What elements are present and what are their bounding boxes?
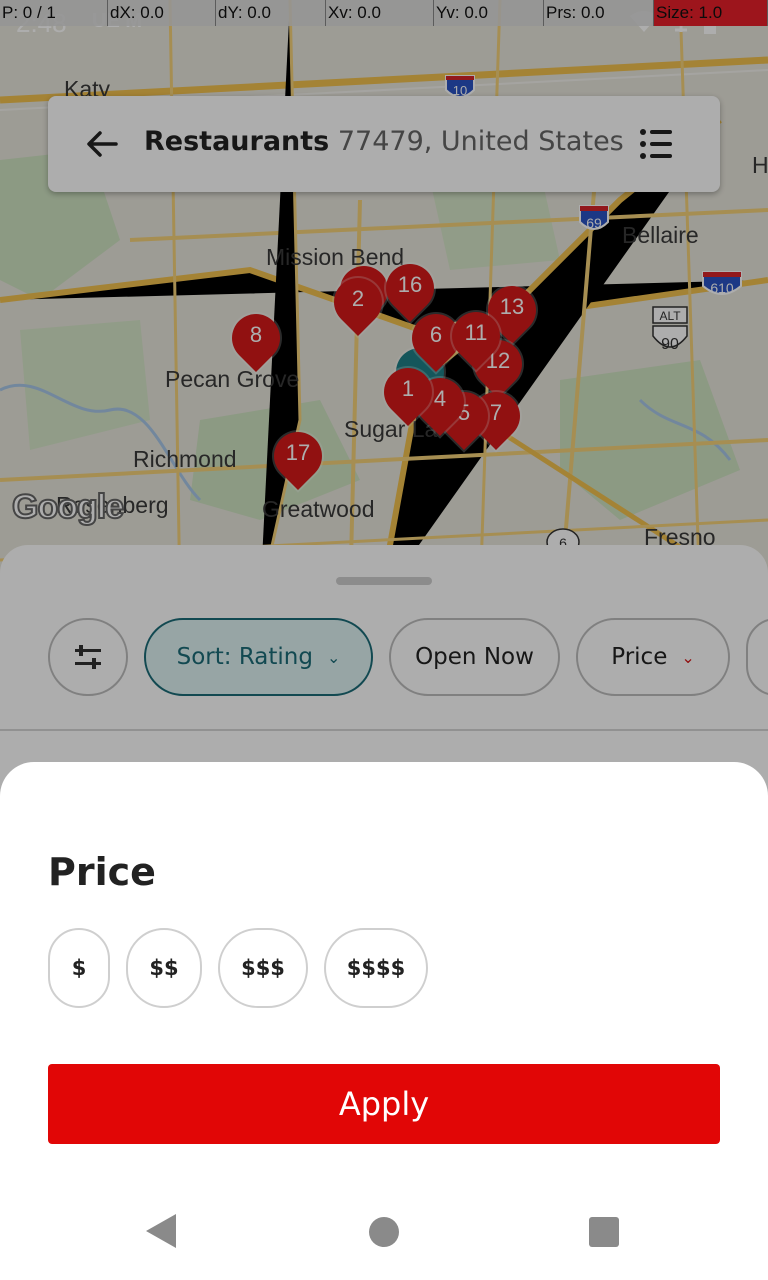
- sheet-title: Price: [48, 850, 156, 894]
- nav-back-icon[interactable]: [146, 1214, 176, 1248]
- price-option-4[interactable]: $$$$: [324, 928, 428, 1008]
- apply-button[interactable]: Apply: [48, 1064, 720, 1144]
- price-option-2[interactable]: $$: [126, 928, 202, 1008]
- price-option-3[interactable]: $$$: [218, 928, 308, 1008]
- price-option-1[interactable]: $: [48, 928, 110, 1008]
- nav-home-icon[interactable]: [369, 1217, 399, 1247]
- price-bottom-sheet: Price $ $$ $$$ $$$$ Apply: [0, 762, 768, 1280]
- nav-recents-icon[interactable]: [589, 1217, 619, 1247]
